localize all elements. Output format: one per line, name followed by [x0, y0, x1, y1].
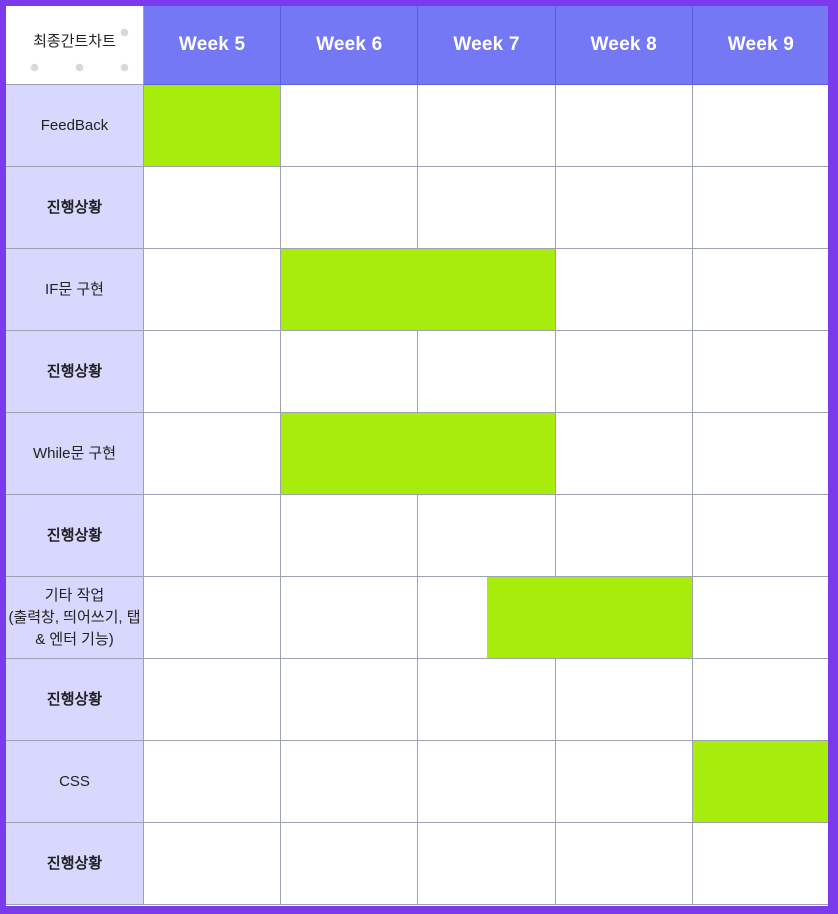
gantt-cell[interactable]	[144, 413, 282, 495]
week-header: Week 6	[281, 6, 419, 85]
gantt-cell[interactable]	[692, 167, 828, 249]
week-header: Week 7	[418, 6, 556, 85]
gantt-cell[interactable]	[555, 331, 693, 413]
task-bar	[487, 577, 692, 658]
task-bar	[144, 85, 281, 166]
gantt-cell[interactable]	[555, 413, 693, 495]
week-header: Week 8	[555, 6, 693, 85]
task-row-label: CSS	[6, 741, 144, 823]
task-row-label: IF문 구현	[6, 249, 144, 331]
gantt-cell[interactable]	[692, 413, 828, 495]
progress-row-label: 진행상황	[6, 495, 144, 577]
gantt-cell[interactable]	[418, 659, 556, 741]
gantt-cell[interactable]	[692, 249, 828, 331]
gantt-cell[interactable]	[144, 577, 282, 659]
gantt-cell[interactable]	[555, 249, 693, 331]
gantt-cell[interactable]	[281, 659, 419, 741]
gantt-cell[interactable]	[418, 331, 556, 413]
progress-row-label: 진행상황	[6, 167, 144, 249]
gantt-cell[interactable]	[281, 495, 419, 577]
gantt-cell[interactable]	[555, 85, 693, 167]
gantt-cell[interactable]	[144, 823, 282, 905]
gantt-cell[interactable]	[692, 85, 828, 167]
task-row-label: FeedBack	[6, 85, 144, 167]
task-bar	[281, 249, 555, 330]
gantt-cell[interactable]	[281, 823, 419, 905]
gantt-cell[interactable]	[418, 85, 556, 167]
gantt-cell[interactable]	[281, 167, 419, 249]
gantt-cell[interactable]	[144, 167, 282, 249]
gantt-cell[interactable]	[144, 331, 282, 413]
corner-cell: 최종간트차트	[6, 6, 144, 85]
gantt-cell[interactable]	[144, 741, 282, 823]
gantt-cell[interactable]	[555, 823, 693, 905]
gantt-cell[interactable]	[418, 495, 556, 577]
gantt-cell[interactable]	[555, 659, 693, 741]
task-row-label: While문 구현	[6, 413, 144, 495]
gantt-cell[interactable]	[555, 167, 693, 249]
chart-title: 최종간트차트	[29, 27, 120, 53]
progress-row-label: 진행상황	[6, 331, 144, 413]
gantt-cell[interactable]	[418, 167, 556, 249]
gantt-cell[interactable]	[144, 659, 282, 741]
gantt-cell[interactable]	[692, 577, 828, 659]
gantt-cell[interactable]	[555, 495, 693, 577]
gantt-cell[interactable]	[692, 823, 828, 905]
gantt-cell[interactable]	[418, 823, 556, 905]
gantt-cell[interactable]	[281, 741, 419, 823]
gantt-cell[interactable]	[692, 331, 828, 413]
gantt-cell[interactable]	[144, 495, 282, 577]
task-bar	[281, 413, 555, 494]
progress-row-label: 진행상황	[6, 823, 144, 905]
gantt-cell[interactable]	[281, 577, 419, 659]
task-row-label: 기타 작업 (출력창, 띄어쓰기, 탭 & 엔터 기능)	[6, 577, 144, 659]
gantt-cell[interactable]	[692, 659, 828, 741]
gantt-cell[interactable]	[281, 331, 419, 413]
gantt-cell[interactable]	[555, 741, 693, 823]
gantt-cell[interactable]	[144, 249, 282, 331]
gantt-chart: 최종간트차트 Week 5 Week 6 Week 7 Week 8 Week 9 Fee…	[6, 6, 828, 906]
week-header: Week 9	[692, 6, 828, 85]
gantt-cell[interactable]	[281, 85, 419, 167]
gantt-cell[interactable]	[692, 495, 828, 577]
gantt-cell[interactable]	[418, 741, 556, 823]
task-bar	[692, 741, 828, 822]
progress-row-label: 진행상황	[6, 659, 144, 741]
week-header: Week 5	[144, 6, 282, 85]
